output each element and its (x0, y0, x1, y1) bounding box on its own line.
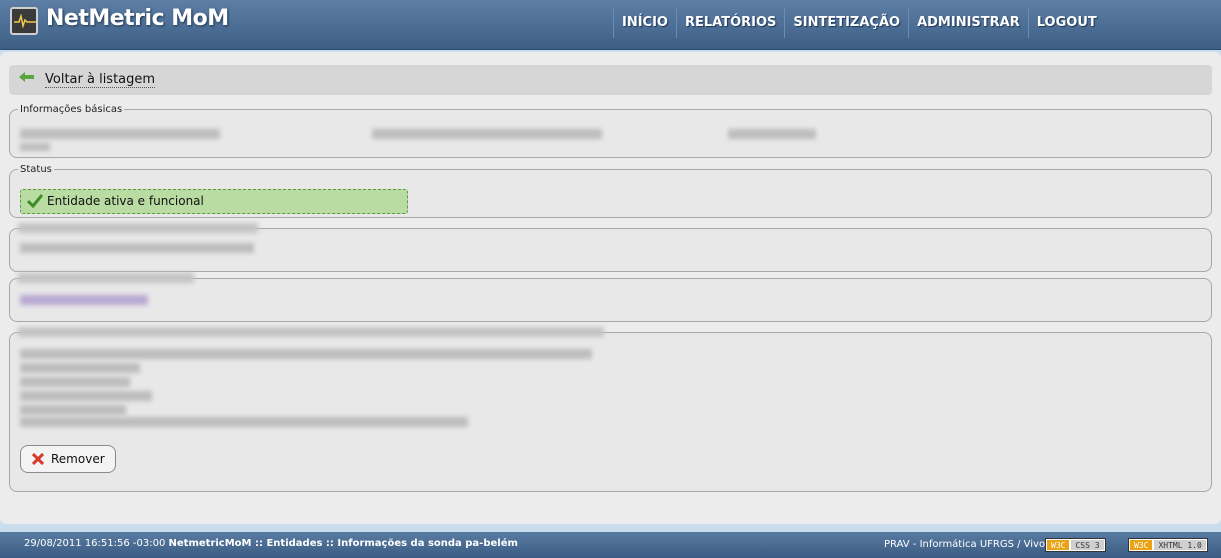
nav-sintetizacao[interactable]: SINTETIZAÇÃO (784, 8, 908, 38)
basic-info-panel: Informações básicas (9, 104, 1212, 158)
footer: 29/08/2011 16:51:56 -03:00 NetmetricMoM … (0, 532, 1221, 558)
footer-left: 29/08/2011 16:51:56 -03:00 NetmetricMoM … (24, 538, 518, 549)
status-text: Entidade ativa e funcional (47, 194, 204, 208)
redacted-field (20, 349, 592, 359)
redacted-panel-1 (9, 223, 1212, 272)
app-logo-icon (10, 7, 38, 35)
redacted-field (20, 377, 130, 387)
badge-w3c-label: W3C (1046, 539, 1071, 551)
nav-relatorios[interactable]: RELATÓRIOS (675, 8, 784, 38)
badge-spec-label: CSS 3 (1070, 539, 1105, 551)
redacted-field (372, 129, 602, 139)
redacted-field (20, 129, 220, 139)
app-title: NetMetric MoM (46, 6, 229, 31)
redacted-field (20, 405, 126, 415)
main-content: Voltar à listagem Informações básicas St… (0, 52, 1221, 524)
checkmark-icon (27, 194, 43, 208)
back-arrow-icon (19, 72, 34, 82)
details-panel: Remover (9, 327, 1212, 492)
redacted-field (20, 243, 254, 253)
redacted-legend (18, 223, 258, 233)
redacted-field (20, 363, 140, 373)
footer-credit: PRAV - Informática UFRGS / Vivo (884, 539, 1046, 550)
back-bar: Voltar à listagem (9, 65, 1212, 95)
main-nav: INÍCIO RELATÓRIOS SINTETIZAÇÃO ADMINISTR… (613, 8, 1105, 46)
basic-info-legend: Informações básicas (20, 104, 123, 115)
status-legend: Status (20, 164, 52, 175)
remove-button[interactable]: Remover (20, 445, 116, 473)
back-to-list-link[interactable]: Voltar à listagem (45, 72, 156, 88)
redacted-legend (18, 273, 194, 283)
xhtml-validator-badge[interactable]: W3C XHTML 1.0 (1128, 538, 1208, 552)
status-badge: Entidade ativa e funcional (20, 189, 408, 214)
nav-administrar[interactable]: ADMINISTRAR (908, 8, 1028, 38)
css3-validator-badge[interactable]: W3C CSS 3 (1045, 538, 1106, 552)
badge-w3c-label: W3C (1129, 539, 1154, 551)
nav-logout[interactable]: LOGOUT (1027, 8, 1105, 38)
status-panel: Status Entidade ativa e funcional (9, 164, 1212, 218)
redacted-field (20, 391, 152, 401)
footer-breadcrumb: NetmetricMoM :: Entidades :: Informações… (168, 538, 518, 549)
redacted-field (728, 129, 816, 139)
redacted-field (20, 417, 468, 427)
top-header: NetMetric MoM INÍCIO RELATÓRIOS SINTETIZ… (0, 0, 1221, 50)
footer-timestamp: 29/08/2011 16:51:56 -03:00 (24, 538, 166, 549)
redacted-field (20, 143, 50, 151)
remove-label: Remover (51, 452, 105, 466)
remove-x-icon (32, 453, 44, 465)
redacted-panel-2 (9, 273, 1212, 322)
badge-spec-label: XHTML 1.0 (1153, 539, 1207, 551)
nav-inicio[interactable]: INÍCIO (613, 8, 676, 38)
redacted-link[interactable] (20, 295, 148, 305)
redacted-legend (18, 327, 604, 337)
